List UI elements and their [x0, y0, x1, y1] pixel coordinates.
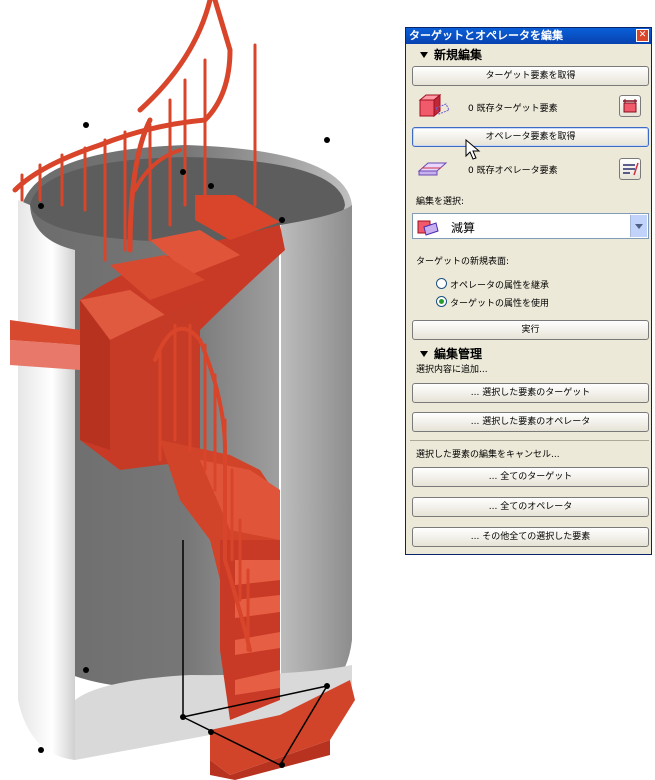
get-target-button[interactable]: ターゲット要素を取得 [412, 66, 649, 86]
mouse-cursor-icon [465, 139, 481, 160]
target-element-icon [418, 94, 450, 118]
radio-inherit-operator[interactable] [436, 278, 447, 289]
section-new-edit-title: 新規編集 [434, 48, 483, 62]
operator-settings-icon [623, 162, 639, 176]
edit-mode-select[interactable]: 減算 [412, 213, 649, 239]
existing-targets-count: 0 既存ターゲット要素 [468, 104, 558, 114]
separator [410, 440, 649, 441]
section-edit-management-title: 編集管理 [434, 347, 483, 361]
collapse-triangle-icon[interactable] [420, 351, 428, 357]
all-operators-button[interactable]: ... 全てのオペレータ [412, 497, 649, 517]
select-edit-label: 編集を選択: [416, 197, 465, 207]
add-to-selection-label: 選択内容に追加... [416, 365, 488, 375]
get-operator-button[interactable]: オペレータ要素を取得 [412, 127, 649, 147]
operator-element-icon [417, 162, 448, 176]
edit-mode-value: 減算 [451, 221, 476, 235]
radio-use-target-label[interactable]: ターゲットの属性を使用 [450, 296, 549, 309]
target-settings-icon [623, 99, 637, 113]
chevron-down-icon[interactable] [630, 215, 647, 237]
radio-inherit-operator-label[interactable]: オペレータの属性を継承 [450, 278, 549, 291]
new-surface-label: ターゲットの新規表面: [416, 257, 510, 267]
selected-operators-button[interactable]: ... 選択した要素のオペレータ [412, 412, 649, 432]
spiral-stair-3d-view[interactable] [0, 0, 400, 780]
radio-use-target[interactable] [436, 296, 447, 307]
close-icon[interactable]: ✕ [636, 29, 649, 42]
all-targets-button[interactable]: ... 全てのターゲット [412, 467, 649, 487]
selected-targets-button[interactable]: ... 選択した要素のターゲット [412, 383, 649, 403]
execute-button[interactable]: 実行 [412, 320, 649, 340]
collapse-triangle-icon[interactable] [420, 52, 428, 58]
operator-settings-button[interactable] [619, 158, 641, 180]
section-edit-management[interactable]: 編集管理 [406, 347, 651, 361]
all-other-selected-button[interactable]: ... その他全ての選択した要素 [412, 527, 649, 547]
subtract-mode-icon [417, 220, 439, 236]
cancel-edit-label: 選択した要素の編集をキャンセル... [416, 450, 560, 460]
palette-title: ターゲットとオペレータを編集 [409, 29, 563, 42]
edit-targets-operators-palette: ターゲットとオペレータを編集 ✕ 新規編集 ターゲット要素を取得 0 既存ターゲ… [405, 27, 652, 555]
palette-titlebar[interactable]: ターゲットとオペレータを編集 ✕ [406, 28, 651, 44]
section-new-edit[interactable]: 新規編集 [406, 48, 651, 62]
target-settings-button[interactable] [619, 95, 641, 117]
existing-operators-count: 0 既存オペレータ要素 [468, 166, 558, 176]
